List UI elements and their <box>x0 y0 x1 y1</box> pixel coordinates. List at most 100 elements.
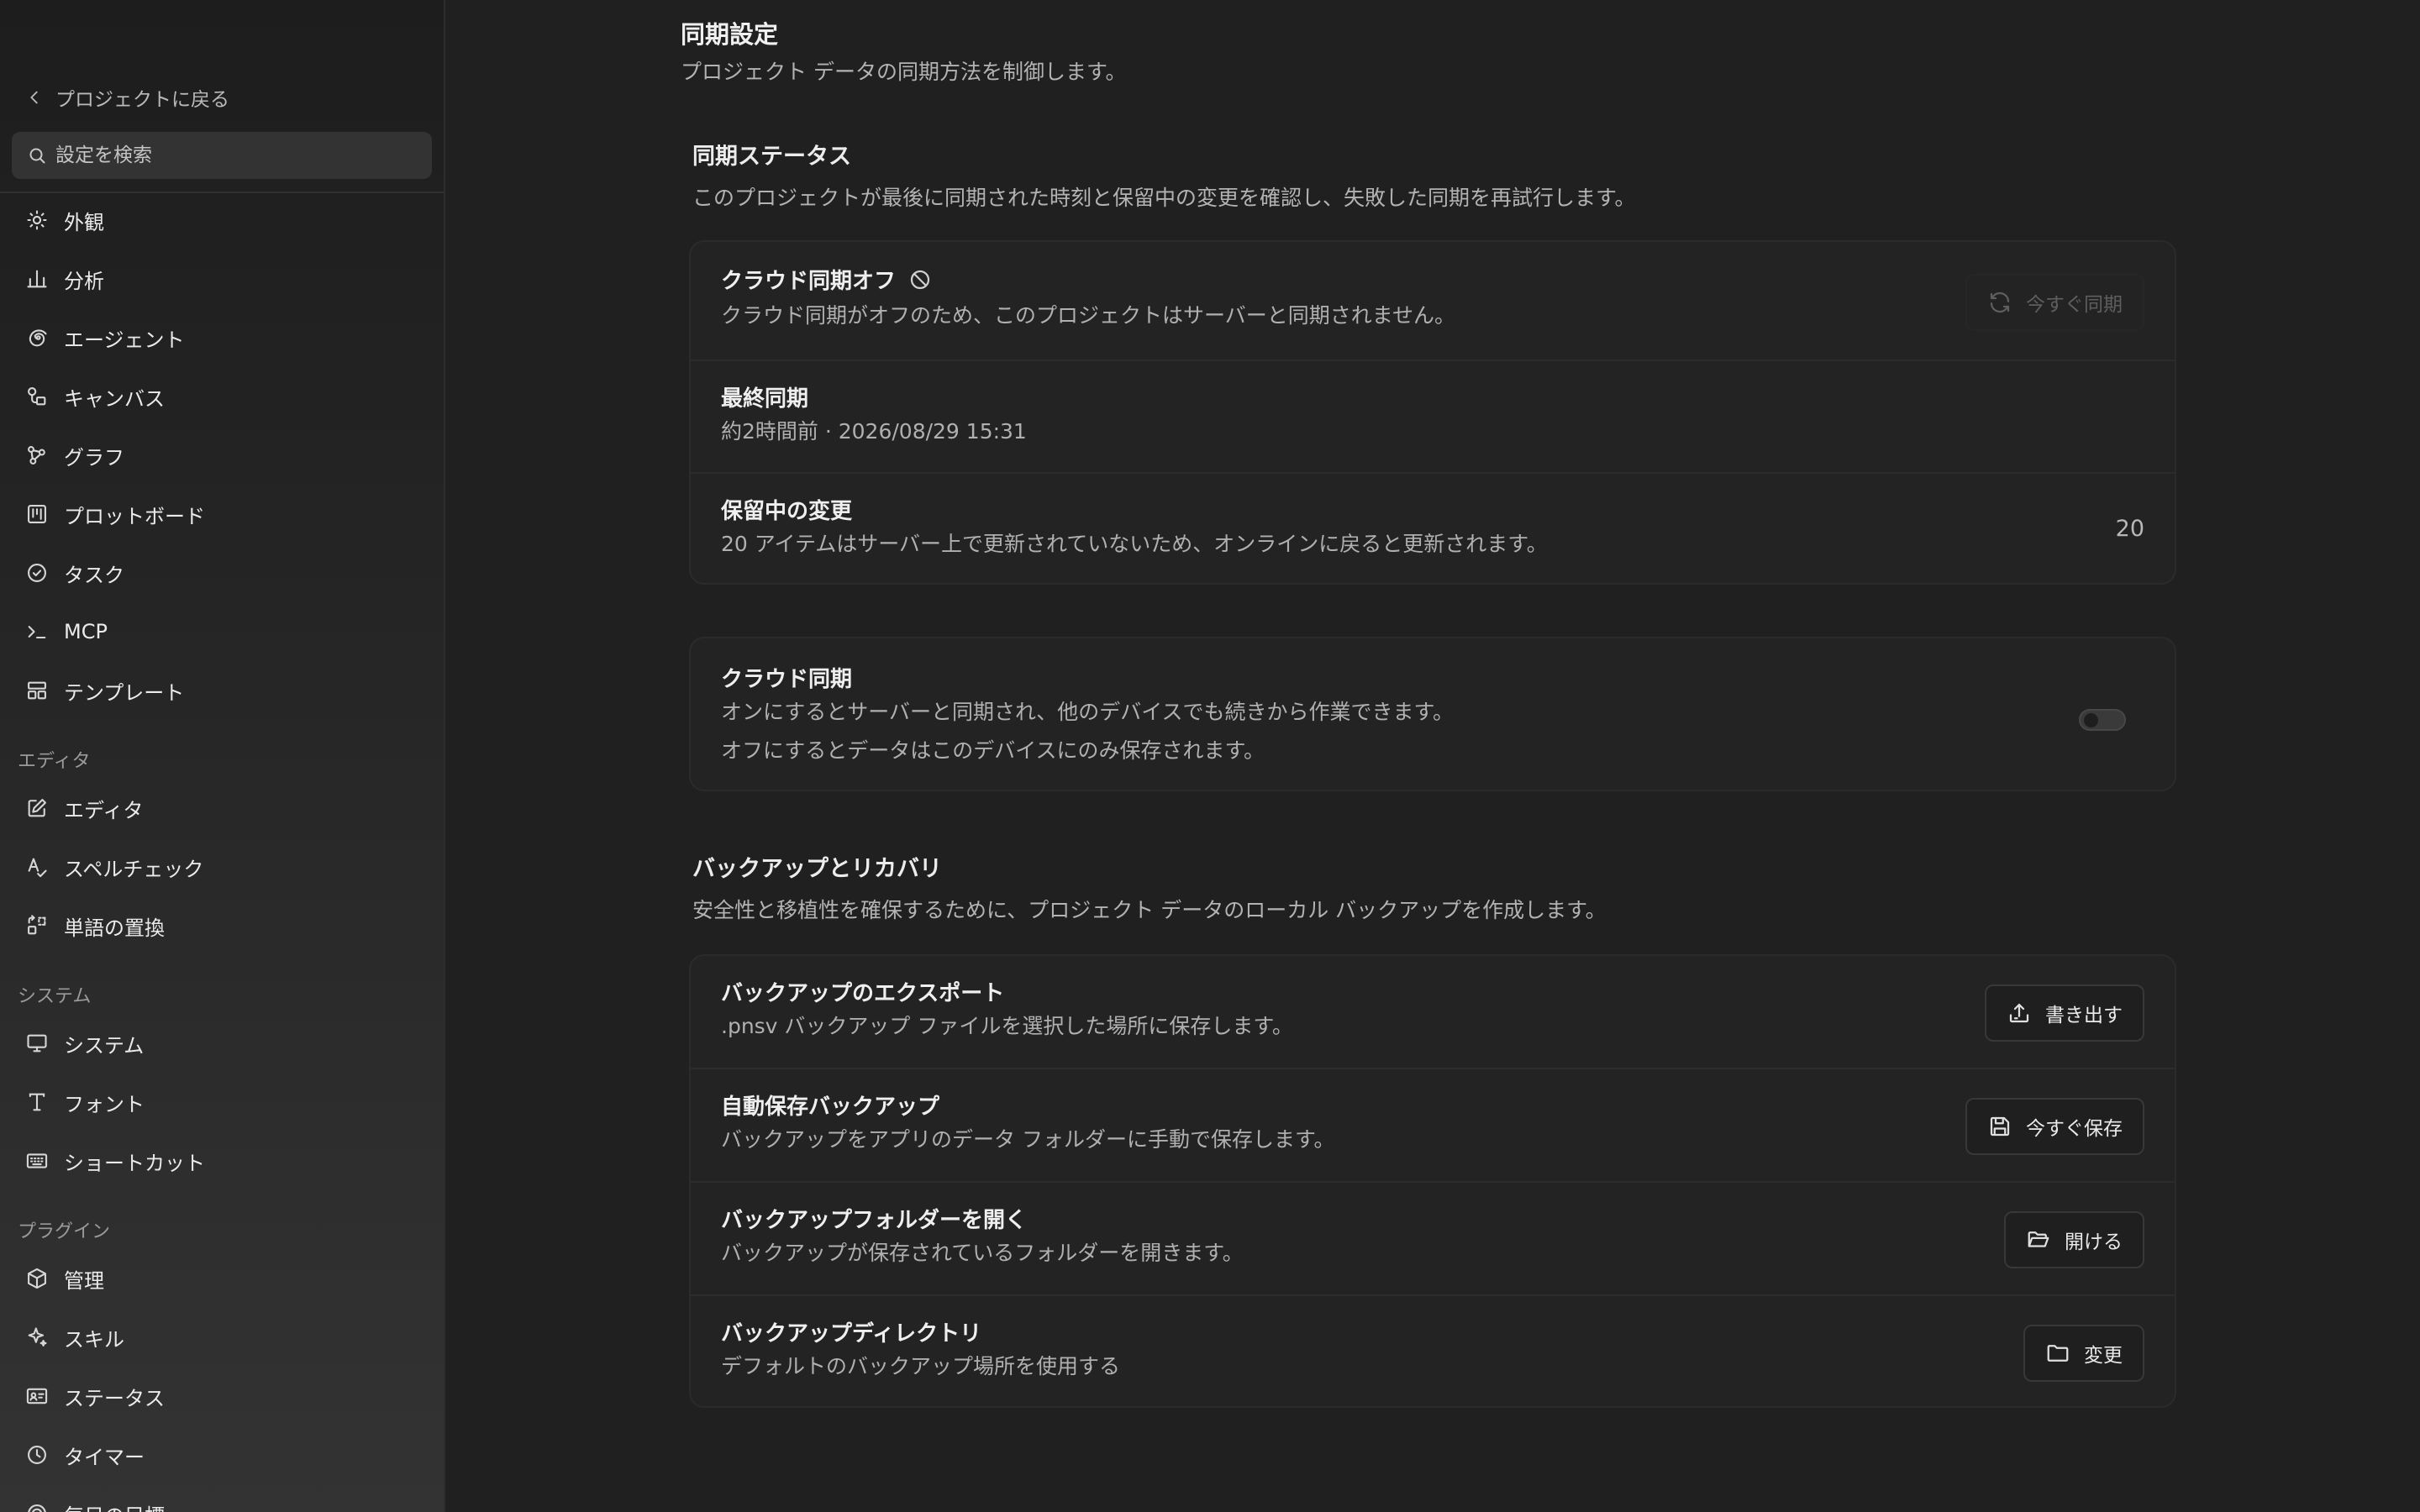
cloud-sync-card: クラウド同期 オンにするとサーバーと同期され、他のデバイスでも続きから作業できま… <box>689 637 2176 791</box>
search-icon <box>29 148 45 164</box>
last-sync-row: 最終同期 約2時間前 · 2026/08/29 15:31 <box>691 361 2175 474</box>
settings-main: 同期設定 プロジェクト データの同期方法を制御します。 同期ステータス このプロ… <box>445 0 2420 1512</box>
sidebar-item-agent[interactable]: エージェント <box>25 319 185 356</box>
keyboard-icon <box>26 1153 48 1168</box>
backup-description: 安全性と移植性を確保するために、プロジェクト データのローカル バックアップを作… <box>692 898 1607 922</box>
sidebar-item-appearance[interactable]: 外観 <box>25 202 104 239</box>
sidebar-item-label: スペルチェック <box>64 857 204 881</box>
backup-autosave-row: 自動保存バックアップ バックアップをアプリのデータ フォルダーに手動で保存します… <box>691 1069 2175 1183</box>
cloud-sync-description-2: オフにするとデータはこのデバイスにのみ保存されます。 <box>721 738 1265 763</box>
sidebar-item-system[interactable]: システム <box>25 1025 144 1062</box>
type-icon <box>29 1093 45 1111</box>
export-button[interactable]: 書き出す <box>1985 984 2144 1042</box>
backup-autosave-title: 自動保存バックアップ <box>721 1095 940 1120</box>
back-to-project-link[interactable]: プロジェクトに戻る <box>25 81 229 114</box>
cloud-sync-off-description: クラウド同期がオフのため、このプロジェクトはサーバーと同期されません。 <box>721 303 1456 328</box>
sidebar-item-daily-goal[interactable]: 毎日の目標 <box>25 1495 165 1512</box>
settings-search[interactable] <box>12 132 432 179</box>
last-sync-title: 最終同期 <box>721 386 809 412</box>
spiral-icon <box>29 329 47 347</box>
sidebar-item-label: スキル <box>64 1327 124 1352</box>
backup-open-folder-row: バックアップフォルダーを開く バックアップが保存されているフォルダーを開きます。… <box>691 1183 2175 1296</box>
cloud-sync-toggle[interactable] <box>2079 709 2126 731</box>
pending-changes-title: 保留中の変更 <box>721 499 853 524</box>
sidebar-item-label: タスク <box>64 563 124 587</box>
settings-sidebar: プロジェクトに戻る 外観 分析 エージェント キャンバス グラフ プロットボード… <box>0 0 445 1512</box>
pending-changes-row: 保留中の変更 20 アイテムはサーバー上で更新されていないため、オンラインに戻る… <box>691 474 2175 583</box>
terminal-icon <box>28 626 46 639</box>
chevron-left-icon <box>30 91 38 104</box>
folder-icon <box>2047 1345 2069 1362</box>
backup-card: バックアップのエクスポート .pnsv バックアップ ファイルを選択した場所に保… <box>689 954 2176 1408</box>
replace-icon <box>28 915 46 935</box>
sidebar-item-label: 毎日の目標 <box>64 1499 165 1512</box>
backup-directory-description: デフォルトのバックアップ場所を使用する <box>721 1354 1121 1378</box>
page-title: 同期設定 <box>681 20 779 49</box>
graph-nodes-icon <box>28 446 45 465</box>
backup-directory-title: バックアップディレクトリ <box>721 1321 982 1347</box>
toggle-knob <box>2084 713 2098 727</box>
upload-tray-icon <box>2009 1003 2029 1023</box>
refresh-icon <box>1990 291 2010 313</box>
change-directory-button[interactable]: 変更 <box>2023 1325 2144 1382</box>
sidebar-item-tasks[interactable]: タスク <box>25 554 124 591</box>
pending-changes-description: 20 アイテムはサーバー上で更新されていないため、オンラインに戻ると更新されます… <box>721 532 1548 556</box>
sidebar-item-plotboard[interactable]: プロットボード <box>25 496 205 533</box>
backup-export-row: バックアップのエクスポート .pnsv バックアップ ファイルを選択した場所に保… <box>691 956 2175 1069</box>
sidebar-item-label: エディタ <box>64 798 144 822</box>
sidebar-item-label: システム <box>64 1033 145 1058</box>
check-circle-icon <box>28 564 46 582</box>
open-folder-label: 開ける <box>2065 1231 2123 1253</box>
folder-open-icon <box>2028 1231 2049 1247</box>
sidebar-item-shortcuts[interactable]: ショートカット <box>25 1142 205 1179</box>
sync-status-description: このプロジェクトが最後に同期された時刻と保留中の変更を確認し、失敗した同期を再試… <box>692 186 1636 210</box>
last-sync-value: 約2時間前 · 2026/08/29 15:31 <box>721 419 1027 444</box>
clock-icon <box>28 1446 46 1464</box>
cloud-sync-off-title: クラウド同期オフ <box>721 264 933 295</box>
backup-export-title: バックアップのエクスポート <box>721 981 1005 1006</box>
edit-square-icon <box>28 799 46 817</box>
sidebar-item-templates[interactable]: テンプレート <box>25 672 184 709</box>
sidebar-item-label: 外観 <box>64 210 104 234</box>
sidebar-item-label: グラフ <box>64 445 124 470</box>
sidebar-item-mcp[interactable]: MCP <box>25 613 108 650</box>
canvas-shapes-icon <box>28 387 46 406</box>
sparkle-icon <box>28 1327 47 1347</box>
sidebar-item-label: テンプレート <box>64 680 185 705</box>
cloud-sync-off-label: クラウド同期オフ <box>721 269 897 294</box>
sidebar-item-analytics[interactable]: 分析 <box>25 260 104 297</box>
sun-icon <box>27 210 47 230</box>
sidebar-item-timer[interactable]: タイマー <box>25 1436 145 1473</box>
cloud-sync-description-1: オンにするとサーバーと同期され、他のデバイスでも続きから作業できます。 <box>721 700 1455 724</box>
sidebar-item-label: キャンバス <box>64 386 165 411</box>
change-directory-label: 変更 <box>2084 1345 2123 1367</box>
sidebar-item-spellcheck[interactable]: スペルチェック <box>25 848 203 885</box>
backup-open-folder-description: バックアップが保存されているフォルダーを開きます。 <box>721 1241 1244 1265</box>
sidebar-item-editor[interactable]: エディタ <box>25 790 143 827</box>
backup-title: バックアップとリカバリ <box>692 856 942 882</box>
sidebar-item-label: フォント <box>64 1092 145 1116</box>
settings-search-input[interactable] <box>55 144 425 166</box>
backup-autosave-description: バックアップをアプリのデータ フォルダーに手動で保存します。 <box>721 1127 1335 1152</box>
sidebar-item-graph[interactable]: グラフ <box>25 437 124 474</box>
sync-now-button[interactable]: 今すぐ同期 <box>1965 274 2144 331</box>
sidebar-item-manage[interactable]: 管理 <box>25 1260 104 1297</box>
sidebar-item-fonts[interactable]: フォント <box>25 1084 145 1121</box>
pending-changes-count: 20 <box>2115 516 2144 542</box>
backup-directory-row: バックアップディレクトリ デフォルトのバックアップ場所を使用する 変更 <box>691 1296 2175 1406</box>
sidebar-item-label: 管理 <box>64 1268 104 1293</box>
sidebar-item-label: 単語の置換 <box>64 916 165 940</box>
sidebar-item-word-replace[interactable]: 単語の置換 <box>25 907 165 944</box>
open-folder-button[interactable]: 開ける <box>2004 1211 2144 1268</box>
sidebar-item-canvas[interactable]: キャンバス <box>25 378 165 415</box>
target-icon <box>28 1504 46 1512</box>
bar-chart-icon <box>27 270 47 288</box>
backup-open-folder-title: バックアップフォルダーを開く <box>721 1208 1028 1233</box>
ban-icon <box>910 270 930 289</box>
monitor-icon <box>27 1034 47 1053</box>
save-now-button[interactable]: 今すぐ保存 <box>1965 1098 2144 1155</box>
sidebar-item-status[interactable]: ステータス <box>25 1378 165 1415</box>
cloud-sync-off-row: クラウド同期オフ クラウド同期がオフのため、このプロジェクトはサーバーと同期され… <box>691 242 2175 361</box>
package-icon <box>28 1268 46 1289</box>
sidebar-item-skills[interactable]: スキル <box>25 1319 124 1356</box>
